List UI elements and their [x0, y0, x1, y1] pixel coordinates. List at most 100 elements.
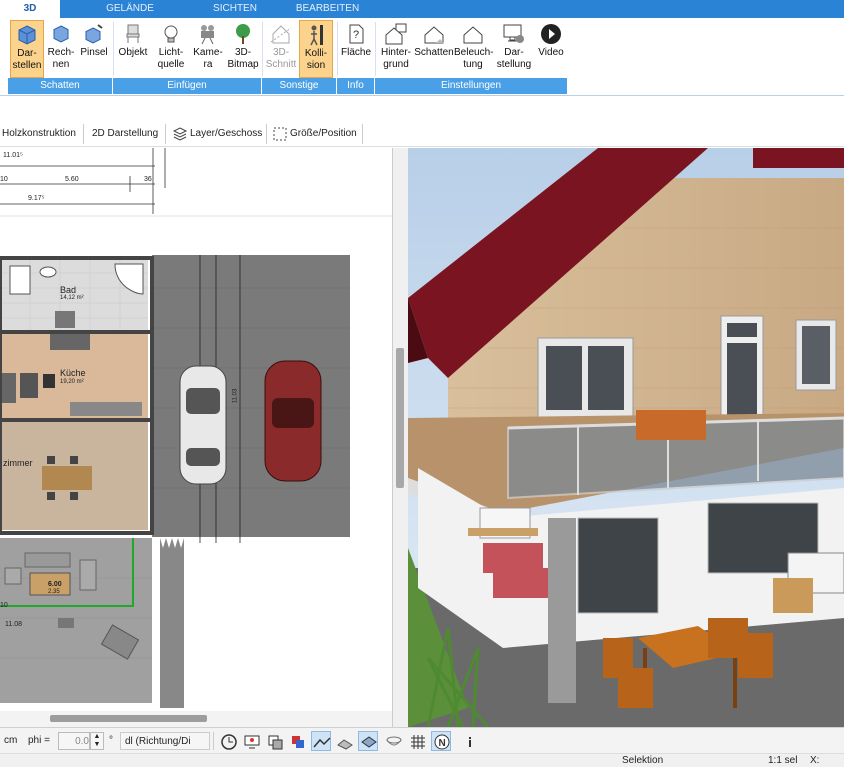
tab-3d[interactable]: 3D	[0, 0, 60, 18]
ribbon: Dar- stellen Rech- nen Pinsel Objekt Lic…	[0, 18, 844, 96]
hintergrund-label: Hinter- grund	[380, 47, 411, 70]
dim-label: 5.60	[65, 176, 79, 183]
info-button[interactable]	[459, 731, 479, 751]
grid-button[interactable]	[407, 731, 427, 751]
separator	[362, 124, 363, 144]
group-einstellungen: Einstellungen	[375, 78, 568, 94]
groesse-position-button[interactable]: Größe/Position	[290, 126, 357, 142]
holzkonstruktion-button[interactable]: Holzkonstruktion	[2, 126, 76, 142]
phi-stepper[interactable]: ▲ ▼	[90, 732, 104, 750]
separator	[262, 22, 263, 76]
copy-button[interactable]	[264, 731, 284, 751]
direction-select[interactable]: dl (Richtung/Di	[120, 732, 210, 750]
north-compass-icon: N	[434, 734, 450, 750]
hintergrund-button[interactable]: Hinter- grund	[378, 20, 414, 78]
cube-calc-icon	[53, 25, 69, 43]
svg-text:?: ?	[353, 29, 359, 41]
scrollbar-thumb[interactable]	[50, 715, 207, 722]
view-toolbar: Holzkonstruktion 2D Darstellung Layer/Ge…	[0, 120, 844, 147]
schnitt-button[interactable]: 3D- Schnitt	[265, 20, 297, 78]
kollision-button[interactable]: Kolli- sion	[299, 20, 333, 78]
copy-icon	[268, 735, 283, 750]
status-mode: Selektion	[622, 755, 664, 766]
tab-gelaende[interactable]: GELÄNDE	[95, 0, 165, 18]
darstellung-button[interactable]: Dar- stellung	[494, 20, 534, 78]
svg-text:N: N	[439, 738, 446, 749]
dim-label: 11.03	[232, 388, 239, 404]
north-button[interactable]: N	[431, 731, 451, 751]
bowl-button[interactable]	[383, 731, 403, 751]
schatten-button[interactable]: Schatten	[414, 20, 454, 78]
separator	[213, 732, 214, 750]
layer-geschoss-button[interactable]: Layer/Geschoss	[190, 126, 262, 142]
vertical-scrollbar-thumb[interactable]	[396, 348, 404, 488]
beleuchtung-label: Beleuch- tung	[454, 47, 494, 70]
tree-icon	[236, 24, 250, 44]
hatch-icon	[337, 739, 353, 750]
hatch-button[interactable]	[334, 731, 354, 751]
bitmap-button[interactable]: 3D- Bitmap	[226, 20, 260, 78]
kamera-label: Kame- ra	[193, 47, 223, 70]
2d-darstellung-button[interactable]: 2D Darstellung	[92, 126, 158, 142]
plane-button[interactable]	[358, 731, 378, 751]
tab-bearbeiten[interactable]: BEARBEITEN	[290, 0, 365, 18]
monitor-icon	[244, 735, 260, 749]
objekt-button[interactable]: Objekt	[116, 20, 150, 78]
monitor-button[interactable]	[241, 731, 261, 751]
schatten-label: Schatten	[414, 47, 454, 58]
darstellen-button[interactable]: Dar- stellen	[10, 20, 44, 78]
separator	[165, 124, 166, 144]
car-white	[179, 365, 227, 485]
house-shadow-icon	[424, 26, 444, 44]
kamera-button[interactable]: Kame- ra	[191, 20, 225, 78]
cube-icon	[18, 25, 36, 45]
beleuchtung-button[interactable]: Beleuch- tung	[454, 20, 494, 78]
lightbulb-icon	[164, 25, 178, 43]
terrain-button[interactable]	[311, 731, 331, 751]
room-label-bad: Bad	[60, 285, 77, 295]
tab-sichten[interactable]: SICHTEN	[200, 0, 270, 18]
rechnen-button[interactable]: Rech- nen	[45, 20, 77, 78]
dim-label: 10	[0, 176, 8, 183]
horizontal-scrollbar[interactable]	[0, 711, 392, 727]
video-label: Video	[538, 47, 564, 58]
degree-label: °	[109, 735, 113, 746]
phi-input[interactable]	[58, 732, 90, 750]
room-label-kueche: Küche	[60, 368, 86, 378]
dim-label: 11.08	[5, 621, 22, 628]
dim-label: 11.01⁵	[3, 152, 23, 159]
stack-button[interactable]	[287, 731, 307, 751]
section-house-icon	[270, 25, 292, 44]
movie-camera-icon	[201, 25, 214, 45]
separator	[266, 124, 267, 144]
floor-plan-2d[interactable]: 11.01⁵ 10 5.60 36 9.17⁵ Bad 14,12 m² Küc…	[0, 148, 392, 711]
status-x-coordinate: X:	[810, 755, 820, 766]
brush-cube-icon	[85, 24, 103, 44]
pinsel-label: Pinsel	[80, 47, 108, 58]
separator	[113, 22, 114, 76]
3d-view[interactable]	[408, 148, 844, 727]
flaeche-label: Fläche	[340, 47, 371, 58]
grid-icon	[411, 735, 425, 749]
unit-label: cm	[4, 735, 18, 746]
ribbon-tab-bar: 3D GELÄNDE SICHTEN BEARBEITEN	[0, 0, 844, 18]
flaeche-button[interactable]: ? Fläche	[339, 20, 373, 78]
clock-button[interactable]	[218, 731, 238, 751]
group-sonstige: Sonstige	[262, 78, 337, 94]
darstellung-label: Dar- stellung	[496, 47, 532, 70]
phi-label: phi =	[28, 735, 50, 746]
status-scale: 1:1 sel	[768, 755, 798, 766]
plane-icon	[361, 736, 377, 748]
pinsel-button[interactable]: Pinsel	[79, 20, 109, 78]
video-button[interactable]: Video	[536, 20, 566, 78]
floor-plan-canvas	[0, 148, 392, 708]
person-wall-icon	[310, 25, 323, 46]
stack-icon	[292, 736, 304, 748]
objekt-label: Objekt	[118, 47, 148, 58]
lichtquelle-button[interactable]: Licht- quelle	[153, 20, 189, 78]
separator	[375, 22, 376, 76]
view-splitter[interactable]	[392, 148, 408, 727]
chair-icon	[126, 24, 140, 43]
play-circle-icon	[541, 24, 561, 44]
dim-label: 10	[0, 602, 8, 609]
